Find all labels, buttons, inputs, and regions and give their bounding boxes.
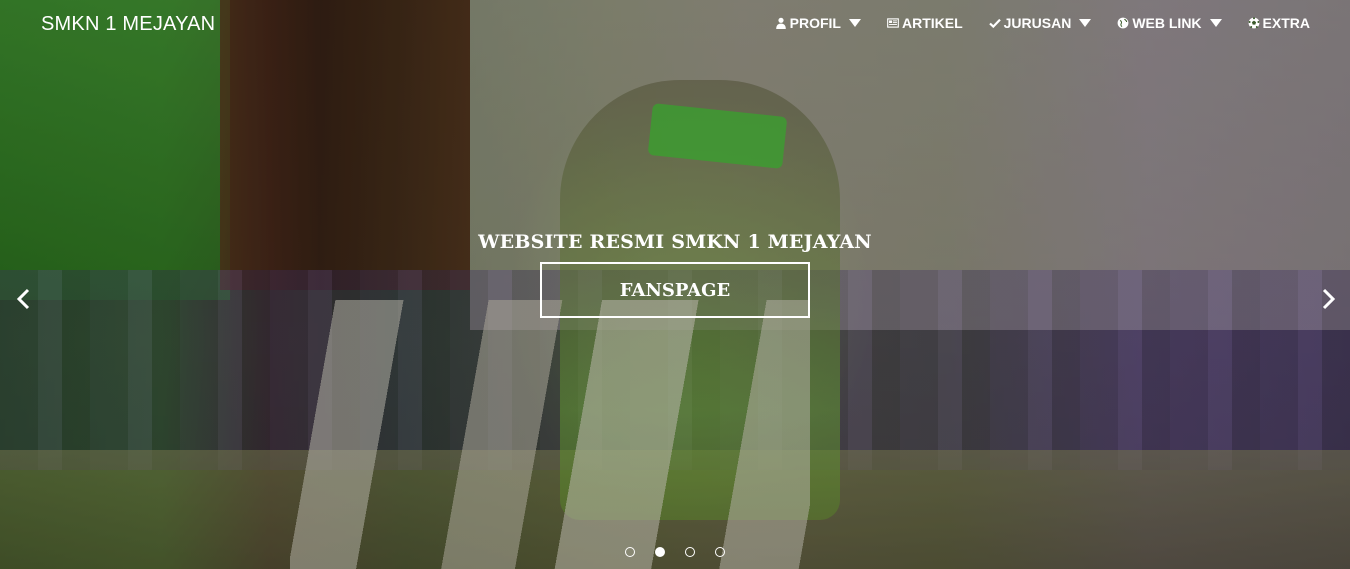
nav-item-label: JURUSAN — [1003, 15, 1072, 31]
nav-menu: PROFIL ARTIKEL JURUSAN WEB LINK EXTRA — [749, 15, 1310, 31]
fanspage-button[interactable]: FANSPAGE — [540, 262, 810, 318]
hero-carousel: SMKN 1 MEJAYAN PROFIL ARTIKEL JURUSAN WE… — [0, 0, 1350, 569]
chevron-left-icon — [16, 288, 30, 310]
caption-title: WEBSITE RESMI SMKN 1 MEJAYAN — [478, 231, 872, 253]
nav-item-label: PROFIL — [789, 15, 841, 31]
carousel-indicator-3[interactable] — [685, 547, 695, 557]
soccer-ball-icon — [1248, 17, 1260, 29]
globe-icon — [1117, 17, 1129, 29]
caret-down-icon — [848, 19, 861, 27]
nav-item-label: ARTIKEL — [901, 15, 963, 31]
chevron-right-icon — [1322, 288, 1336, 310]
carousel-indicator-1[interactable] — [625, 547, 635, 557]
nav-item-web-link[interactable]: WEB LINK — [1117, 15, 1222, 31]
nav-item-label: WEB LINK — [1132, 15, 1202, 31]
navbar: SMKN 1 MEJAYAN PROFIL ARTIKEL JURUSAN WE… — [0, 0, 1350, 50]
user-icon — [775, 17, 787, 29]
nav-item-label: EXTRA — [1262, 15, 1310, 31]
caret-down-icon — [1079, 19, 1092, 27]
brand-link[interactable]: SMKN 1 MEJAYAN — [41, 13, 215, 36]
carousel-next-button[interactable] — [1318, 288, 1338, 310]
check-icon — [988, 17, 1001, 29]
caret-down-icon — [1209, 19, 1222, 27]
nav-item-artikel[interactable]: ARTIKEL — [887, 15, 963, 31]
carousel-prev-button[interactable] — [14, 288, 34, 310]
nav-item-jurusan[interactable]: JURUSAN — [988, 15, 1092, 31]
carousel-indicators — [625, 547, 725, 557]
carousel-indicator-2[interactable] — [655, 547, 665, 557]
newspaper-icon — [887, 17, 899, 29]
carousel-indicator-4[interactable] — [715, 547, 725, 557]
carousel-caption: WEBSITE RESMI SMKN 1 MEJAYAN FANSPAGE — [0, 231, 1350, 318]
nav-item-profil[interactable]: PROFIL — [775, 15, 861, 31]
nav-item-extra[interactable]: EXTRA — [1248, 15, 1310, 31]
